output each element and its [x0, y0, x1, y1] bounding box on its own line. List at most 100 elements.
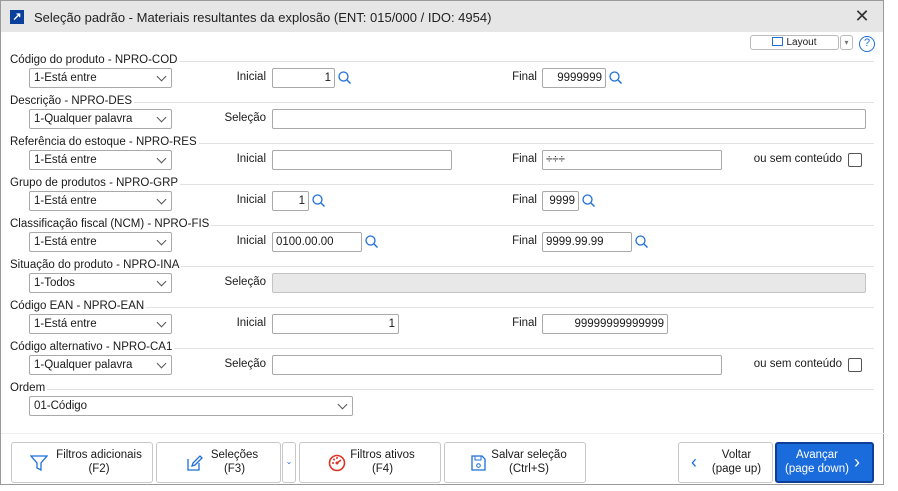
- button-shortcut: (Ctrl+S): [509, 463, 549, 475]
- button-shortcut: (page up): [711, 463, 762, 475]
- operator-value: 01-Código: [34, 400, 88, 412]
- operator-value: 1-Está entre: [34, 154, 97, 166]
- first-field-label: Inicial: [236, 194, 266, 206]
- operator-value: 1-Todos: [34, 277, 75, 289]
- title-bar: ↗ Seleção padrão - Materiais resultantes…: [1, 1, 883, 32]
- button-label: Voltar: [721, 449, 752, 461]
- chevron-down-icon: [156, 153, 167, 164]
- second-field-input[interactable]: 9999.99.99: [542, 232, 632, 252]
- first-field-input[interactable]: [272, 150, 452, 170]
- close-icon[interactable]: ✕: [851, 5, 873, 27]
- arrow-up-right-icon: ↗: [10, 10, 24, 24]
- first-field-input[interactable]: [272, 109, 866, 129]
- first-field-input[interactable]: 1: [272, 68, 335, 88]
- second-field-label: Final: [512, 153, 537, 165]
- first-field-input[interactable]: [272, 355, 722, 375]
- second-field-label: Final: [512, 235, 537, 247]
- edit-icon: [187, 455, 203, 471]
- first-field-label: Seleção: [224, 112, 266, 124]
- first-field-input[interactable]: 1: [272, 191, 309, 211]
- first-field-input[interactable]: 1: [272, 314, 399, 334]
- first-field-label: Inicial: [236, 235, 266, 247]
- operator-value: 1-Está entre: [34, 318, 97, 330]
- layout-button[interactable]: Layout: [750, 35, 839, 50]
- button-shortcut: (F4): [371, 463, 394, 475]
- first-field-label: Seleção: [224, 358, 266, 370]
- chevron-down-icon: [156, 358, 167, 369]
- divider: [1, 433, 885, 434]
- operator-select[interactable]: 1-Qualquer palavra: [29, 355, 172, 375]
- second-field-input[interactable]: 9999: [542, 191, 579, 211]
- group-label: Situação do produto - NPRO-INA: [10, 259, 182, 271]
- chevron-left-icon: ‹: [691, 452, 697, 472]
- group-label: Ordem: [10, 382, 48, 394]
- button-label: Filtros ativos: [350, 449, 415, 461]
- operator-select[interactable]: 1-Está entre: [29, 150, 172, 170]
- gauge-icon: [328, 454, 346, 472]
- button-label: Avançar: [796, 449, 838, 461]
- button-label: Filtros adicionais: [56, 449, 142, 461]
- button-label: Salvar seleção: [491, 449, 567, 461]
- chevron-down-icon: [337, 399, 348, 410]
- layout-label: Layout: [786, 37, 817, 48]
- chevron-down-icon: [156, 235, 167, 246]
- chevron-right-icon: ›: [854, 452, 860, 472]
- window-title: Seleção padrão - Materiais resultantes d…: [34, 10, 492, 25]
- filtros-adicionais-button[interactable]: Filtros adicionais (F2): [11, 442, 153, 483]
- search-icon[interactable]: [338, 71, 351, 84]
- selecoes-dropdown-button[interactable]: ⌄: [282, 442, 296, 483]
- group-divider: [10, 102, 874, 103]
- group-label: Referência do estoque - NPRO-RES: [10, 136, 199, 148]
- help-icon[interactable]: ?: [859, 36, 875, 52]
- operator-select[interactable]: 1-Está entre: [29, 191, 172, 211]
- group-label: Grupo de produtos - NPRO-GRP: [10, 177, 181, 189]
- operator-select[interactable]: 01-Código: [29, 396, 353, 416]
- group-label: Código do produto - NPRO-COD: [10, 54, 180, 66]
- group-divider: [10, 389, 874, 390]
- search-icon[interactable]: [312, 194, 325, 207]
- first-field-label: Inicial: [236, 317, 266, 329]
- empty-content-checkbox[interactable]: [848, 358, 862, 372]
- operator-value: 1-Qualquer palavra: [34, 113, 133, 125]
- second-field-label: Final: [512, 317, 537, 329]
- second-field-input[interactable]: ÷÷÷: [542, 150, 722, 170]
- button-shortcut: (F3): [223, 463, 246, 475]
- operator-select[interactable]: 1-Está entre: [29, 68, 172, 88]
- operator-select[interactable]: 1-Está entre: [29, 314, 172, 334]
- operator-value: 1-Está entre: [34, 195, 97, 207]
- search-icon[interactable]: [609, 71, 622, 84]
- dialog-window: ↗ Seleção padrão - Materiais resultantes…: [0, 0, 885, 485]
- save-icon: [471, 455, 486, 471]
- layout-icon: [772, 37, 784, 46]
- first-field-input: [272, 273, 866, 293]
- first-field-label: Inicial: [236, 71, 266, 83]
- first-field-input[interactable]: 0100.00.00: [272, 232, 362, 252]
- chevron-down-icon: [156, 71, 167, 82]
- voltar-button[interactable]: ‹ Voltar (page up): [678, 442, 773, 483]
- operator-select[interactable]: 1-Qualquer palavra: [29, 109, 172, 129]
- chevron-down-icon: [156, 276, 167, 287]
- empty-content-label: ou sem conteúdo: [753, 153, 842, 165]
- filter-icon: [30, 455, 48, 472]
- operator-value: 1-Está entre: [34, 236, 97, 248]
- selecoes-button[interactable]: Seleções (F3): [156, 442, 281, 483]
- button-shortcut: (F2): [88, 463, 110, 475]
- group-label: Classificação fiscal (NCM) - NPRO-FIS: [10, 218, 212, 230]
- search-icon[interactable]: [635, 235, 648, 248]
- avancar-button[interactable]: Avançar (page down) ›: [775, 442, 874, 483]
- operator-value: 1-Está entre: [34, 72, 97, 84]
- search-icon[interactable]: [365, 235, 378, 248]
- button-label: Seleções: [210, 449, 259, 461]
- empty-content-label: ou sem conteúdo: [753, 358, 842, 370]
- group-label: Código EAN - NPRO-EAN: [10, 300, 147, 312]
- second-field-input[interactable]: 9999999: [542, 68, 606, 88]
- operator-select[interactable]: 1-Todos: [29, 273, 172, 293]
- salvar-selecao-button[interactable]: Salvar seleção (Ctrl+S): [444, 442, 586, 483]
- group-label: Descrição - NPRO-DES: [10, 95, 135, 107]
- search-icon[interactable]: [582, 194, 595, 207]
- empty-content-checkbox[interactable]: [848, 153, 862, 167]
- filtros-ativos-button[interactable]: Filtros ativos (F4): [299, 442, 441, 483]
- second-field-input[interactable]: 99999999999999: [542, 314, 668, 334]
- operator-select[interactable]: 1-Está entre: [29, 232, 172, 252]
- layout-dropdown-button[interactable]: ▾: [840, 35, 853, 50]
